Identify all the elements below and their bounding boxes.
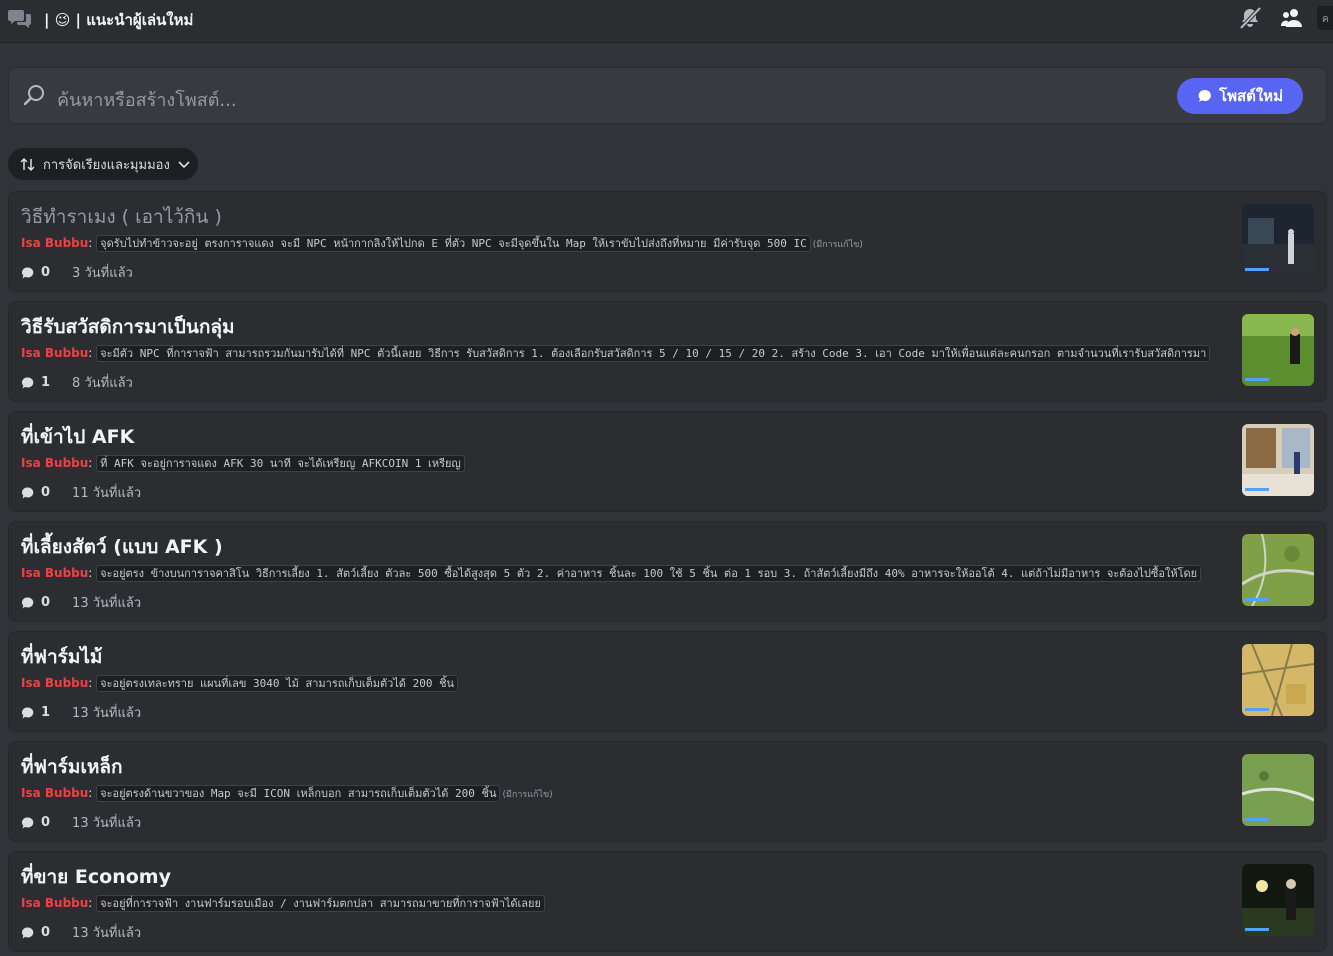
sort-arrows-icon — [20, 157, 35, 171]
forum-post-card[interactable]: ที่เข้าไป AFK Isa Bubbu: ที่ AFK จะอยู่ก… — [8, 411, 1327, 512]
post-timestamp: 13 วันที่แล้ว — [72, 926, 142, 941]
post-author[interactable]: Isa Bubbu — [21, 896, 88, 910]
post-meta: 1 8 วันที่แล้ว — [21, 372, 133, 393]
chat-bubble-icon — [1198, 89, 1211, 102]
post-content: ที่ AFK จะอยู่การาจแดง AFK 30 นาที จะได้… — [96, 455, 465, 472]
post-title: ที่ฟาร์มไม้ — [21, 646, 103, 668]
post-content: จะอยู่ตรงด้านขวาของ Map จะมี ICON เหล็กบ… — [96, 785, 501, 802]
post-timestamp: 8 วันที่แล้ว — [72, 376, 133, 391]
post-preview: Isa Bubbu: จะมีตัว NPC ที่การาจฟ้า สามาร… — [21, 344, 1231, 362]
post-thumbnail[interactable] — [1242, 534, 1314, 606]
message-icon — [22, 486, 34, 498]
new-post-button[interactable]: โพสต์ใหม่ — [1177, 78, 1303, 114]
reply-count: 1 — [41, 705, 51, 720]
search-create-post-bar[interactable]: ค้นหาหรือสร้างโพสต์... โพสต์ใหม่ — [8, 67, 1327, 124]
message-icon — [22, 376, 34, 388]
channel-header: | 😉 | แนะนำผู้เล่นใหม่ ค — [0, 0, 1333, 43]
post-preview: Isa Bubbu: จะอยู่ตรงด้านขวาของ Map จะมี … — [21, 785, 553, 802]
message-icon — [22, 266, 34, 278]
post-content: จะอยู่ที่การาจฟ้า งานฟาร์มรอบเมือง / งาน… — [96, 895, 545, 912]
reply-count: 0 — [41, 485, 51, 500]
post-meta: 0 13 วันที่แล้ว — [21, 812, 141, 833]
forum-post-card[interactable]: ที่ฟาร์มไม้ Isa Bubbu: จะอยู่ตรงเทละทราย… — [8, 631, 1327, 732]
post-thumbnail[interactable] — [1242, 644, 1314, 716]
post-timestamp: 13 วันที่แล้ว — [72, 596, 142, 611]
post-preview: Isa Bubbu: จะอยู่ตรง ข้างบนการาจคาสิโน ว… — [21, 564, 1231, 582]
member-list-icon[interactable] — [1280, 6, 1304, 30]
chevron-down-icon — [178, 161, 190, 169]
post-title: ที่เข้าไป AFK — [21, 426, 135, 448]
post-thumbnail[interactable] — [1242, 864, 1314, 936]
post-thumbnail[interactable] — [1242, 754, 1314, 826]
post-author[interactable]: Isa Bubbu — [21, 456, 88, 470]
post-content: จะมีตัว NPC ที่การาจฟ้า สามารถรวมกันมารั… — [96, 345, 1211, 362]
post-content: จะอยู่ตรง ข้างบนการาจคาสิโน วิธีการเลี้ย… — [96, 565, 1202, 582]
post-thumbnail[interactable] — [1242, 314, 1314, 386]
search-input-placeholder[interactable]: ค้นหาหรือสร้างโพสต์... — [57, 85, 237, 114]
post-thumbnail[interactable] — [1242, 424, 1314, 496]
message-icon — [22, 926, 34, 938]
post-title: ที่ฟาร์มเหล็ก — [21, 756, 123, 778]
post-title: วิธีรับสวัสดิการมาเป็นกลุ่ม — [21, 316, 235, 338]
forum-post-card[interactable]: วิธีทำราเมง ( เอาไว้กิน ) Isa Bubbu: จุด… — [8, 191, 1327, 292]
post-content: จะอยู่ตรงเทละทราย แผนที่เลข 3040 ไม้ สาม… — [96, 675, 459, 692]
reply-count: 0 — [41, 595, 51, 610]
message-icon — [22, 596, 34, 608]
reply-count: 1 — [41, 375, 51, 390]
post-author[interactable]: Isa Bubbu — [21, 566, 88, 580]
mute-notifications-icon[interactable] — [1238, 6, 1262, 30]
post-title: ที่เลี้ยงสัตว์ (แบบ AFK ) — [21, 536, 223, 558]
post-author[interactable]: Isa Bubbu — [21, 346, 88, 360]
forum-channel-icon — [8, 7, 32, 29]
post-meta: 0 13 วันที่แล้ว — [21, 922, 141, 943]
sort-label: การจัดเรียงและมุมมอง — [43, 157, 170, 173]
post-timestamp: 13 วันที่แล้ว — [72, 816, 142, 831]
reply-count: 0 — [41, 925, 51, 940]
post-title: วิธีทำราเมง ( เอาไว้กิน ) — [21, 206, 222, 228]
reply-count: 0 — [41, 815, 51, 830]
new-post-label: โพสต์ใหม่ — [1219, 87, 1283, 105]
post-preview: Isa Bubbu: ที่ AFK จะอยู่การาจแดง AFK 30… — [21, 454, 1231, 472]
forum-post-card[interactable]: ที่เลี้ยงสัตว์ (แบบ AFK ) Isa Bubbu: จะอ… — [8, 521, 1327, 622]
message-icon — [22, 706, 34, 718]
search-icon — [23, 84, 45, 106]
post-timestamp: 11 วันที่แล้ว — [72, 486, 142, 501]
message-icon — [22, 816, 34, 828]
post-preview: Isa Bubbu: จุดรับไปทำข้าวจะอยู่ ตรงการาจ… — [21, 235, 863, 252]
post-title: ที่ขาย Economy — [21, 866, 171, 888]
post-timestamp: 3 วันที่แล้ว — [72, 266, 133, 281]
header-search-input[interactable]: ค — [1317, 6, 1333, 30]
post-meta: 1 13 วันที่แล้ว — [21, 702, 141, 723]
post-meta: 0 13 วันที่แล้ว — [21, 592, 141, 613]
edited-tag: (มีการแก้ไข) — [502, 790, 553, 800]
channel-name: | 😉 | แนะนำผู้เล่นใหม่ — [44, 11, 194, 29]
forum-post-card[interactable]: ที่ฟาร์มเหล็ก Isa Bubbu: จะอยู่ตรงด้านขว… — [8, 741, 1327, 842]
sort-and-view-button[interactable]: การจัดเรียงและมุมมอง — [8, 148, 198, 180]
forum-post-card[interactable]: ที่ขาย Economy Isa Bubbu: จะอยู่ที่การาจ… — [8, 851, 1327, 952]
post-content: จุดรับไปทำข้าวจะอยู่ ตรงการาจแดง จะมี NP… — [96, 235, 811, 252]
post-meta: 0 11 วันที่แล้ว — [21, 482, 141, 503]
post-thumbnail[interactable] — [1242, 204, 1314, 276]
post-author[interactable]: Isa Bubbu — [21, 786, 88, 800]
post-preview: Isa Bubbu: จะอยู่ที่การาจฟ้า งานฟาร์มรอบ… — [21, 894, 1231, 912]
post-timestamp: 13 วันที่แล้ว — [72, 706, 142, 721]
post-author[interactable]: Isa Bubbu — [21, 676, 88, 690]
post-meta: 0 3 วันที่แล้ว — [21, 262, 133, 283]
post-preview: Isa Bubbu: จะอยู่ตรงเทละทราย แผนที่เลข 3… — [21, 674, 1231, 692]
edited-tag: (มีการแก้ไข) — [812, 240, 863, 250]
reply-count: 0 — [41, 265, 51, 280]
forum-post-card[interactable]: วิธีรับสวัสดิการมาเป็นกลุ่ม Isa Bubbu: จ… — [8, 301, 1327, 402]
post-author[interactable]: Isa Bubbu — [21, 236, 88, 250]
